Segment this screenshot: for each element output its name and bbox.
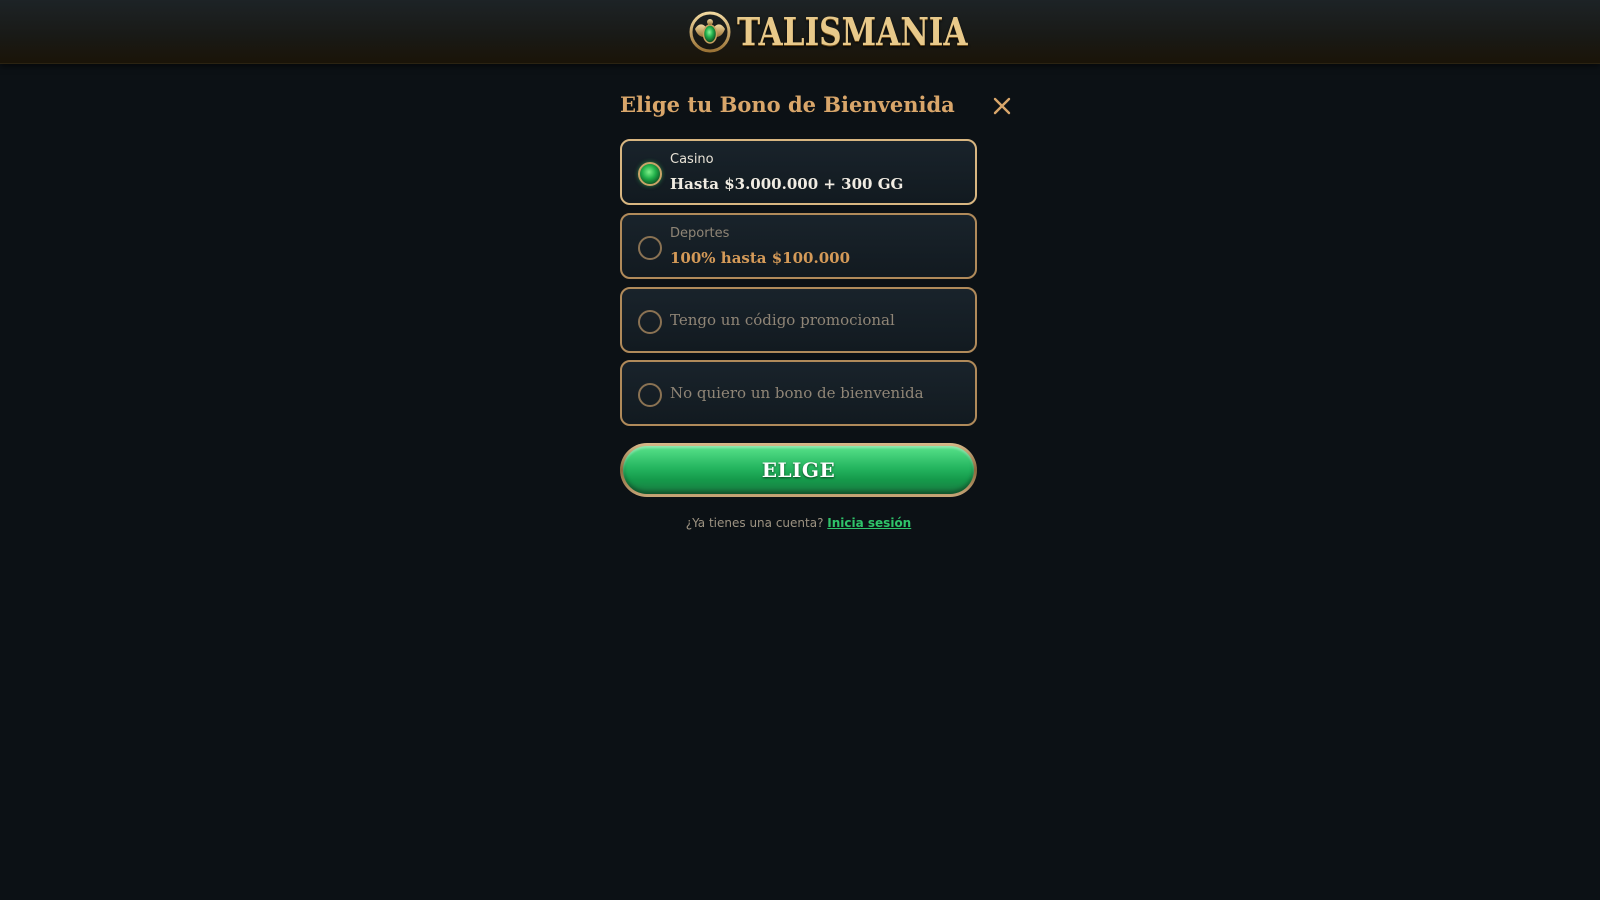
option-label: 100% hasta $100.000 [670, 249, 851, 267]
login-prompt-text: ¿Ya tienes una cuenta? [685, 516, 824, 530]
radio-icon[interactable] [638, 236, 662, 260]
bonus-option-no-bonus[interactable]: No quiero un bono de bienvenida [620, 360, 977, 426]
bonus-option-casino[interactable]: Casino Hasta $3.000.000 + 300 GG [620, 139, 977, 205]
option-category: Deportes [670, 226, 730, 241]
logo-wordmark: TALISMANIA [737, 9, 968, 54]
elige-button-label: ELIGE [761, 458, 836, 482]
close-button[interactable] [992, 96, 1012, 116]
scarab-gem-icon [689, 11, 731, 53]
close-icon [993, 97, 1011, 115]
radio-icon[interactable] [638, 310, 662, 334]
top-header: TALISMANIA [0, 0, 1600, 64]
login-link[interactable]: Inicia sesión [827, 516, 911, 530]
radio-icon[interactable] [638, 383, 662, 407]
option-category: Casino [670, 152, 714, 167]
option-label: Tengo un código promocional [670, 311, 895, 329]
elige-button[interactable]: ELIGE [620, 443, 977, 497]
option-label: Hasta $3.000.000 + 300 GG [670, 175, 904, 193]
bonus-option-deportes[interactable]: Deportes 100% hasta $100.000 [620, 213, 977, 279]
bonus-option-promo-code[interactable]: Tengo un código promocional [620, 287, 977, 353]
modal-title: Elige tu Bono de Bienvenida [620, 92, 955, 117]
login-prompt: ¿Ya tienes una cuenta? Inicia sesión [620, 516, 977, 530]
talismania-logo[interactable]: TALISMANIA [689, 8, 1018, 56]
radio-selected-icon[interactable] [638, 162, 662, 186]
elige-button-body: ELIGE [623, 446, 974, 494]
option-label: No quiero un bono de bienvenida [670, 384, 924, 402]
